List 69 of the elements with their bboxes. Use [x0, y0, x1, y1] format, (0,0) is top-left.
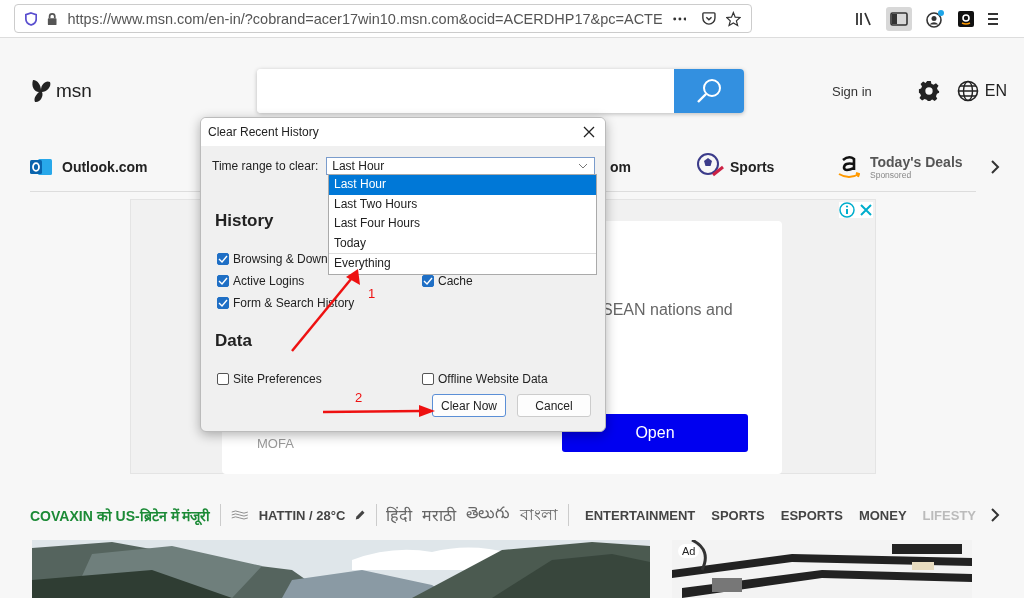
close-icon[interactable]	[583, 126, 595, 138]
data-heading: Data	[215, 331, 252, 351]
history-heading: History	[215, 211, 274, 231]
chevron-right-icon[interactable]	[990, 507, 1000, 523]
lock-icon[interactable]	[47, 11, 58, 26]
dropdown-option[interactable]: Last Four Hours	[329, 214, 596, 234]
pocket-icon[interactable]	[702, 11, 717, 26]
sign-in-link[interactable]: Sign in	[832, 83, 872, 99]
address-bar[interactable]: https://www.msn.com/en-in/?cobrand=acer17win10.msn.com&ocid=ACERDHP17&pc=ACTE	[14, 4, 752, 33]
pencil-icon[interactable]	[355, 508, 366, 522]
checkbox[interactable]	[422, 275, 434, 287]
library-icon[interactable]	[856, 11, 872, 26]
caret-icon	[578, 163, 589, 169]
amazon-icon[interactable]	[958, 10, 974, 27]
info-icon[interactable]	[839, 202, 855, 218]
account-icon[interactable]	[926, 9, 944, 28]
time-range-select[interactable]: Last Hour	[326, 157, 596, 175]
nav-link[interactable]: Today's Deals	[870, 154, 963, 169]
checkbox-label[interactable]: Cache	[438, 274, 473, 288]
sponsored-label: Sponsored	[870, 170, 912, 180]
amazon-logo-icon[interactable]	[838, 154, 860, 180]
language-link[interactable]: हिंदी	[386, 504, 413, 526]
dropdown-option[interactable]: Last Two Hours	[329, 194, 596, 214]
checkbox-label[interactable]: Browsing & Down	[233, 252, 328, 266]
dropdown-option[interactable]: Today	[329, 233, 596, 253]
star-icon[interactable]	[726, 10, 741, 27]
weather-location[interactable]: HATTIN / 28°C	[258, 507, 346, 523]
settings-icon[interactable]	[917, 80, 940, 102]
language-link[interactable]: বাংলা	[520, 501, 559, 529]
outlook-icon[interactable]	[30, 157, 52, 177]
checkbox-label[interactable]: Active Logins	[233, 274, 305, 288]
annotation-number: 1	[368, 286, 376, 301]
checkbox[interactable]	[217, 253, 229, 265]
category-link[interactable]: MONEY	[858, 507, 907, 523]
checkbox[interactable]	[217, 275, 229, 287]
globe-icon[interactable]	[956, 80, 979, 102]
annotation-number: 2	[355, 390, 363, 405]
category-link[interactable]: ESPORTS	[780, 507, 843, 523]
checkbox-label[interactable]: Offline Website Data	[438, 372, 548, 386]
ad-source: MOFA	[257, 435, 294, 451]
headline-link[interactable]: COVAXIN को US-ब्रिटेन में मंजूरी	[30, 505, 211, 525]
chevron-right-icon[interactable]	[990, 159, 1000, 175]
dialog-title: Clear Recent History	[208, 125, 319, 139]
more-icon[interactable]	[672, 16, 687, 21]
search-icon	[696, 78, 722, 104]
category-link[interactable]: SPORTS	[711, 507, 765, 523]
nav-link[interactable]: om	[610, 159, 631, 175]
nav-link[interactable]: Sports	[730, 159, 775, 175]
dropdown-option[interactable]: Everything	[329, 253, 596, 274]
dropdown-option[interactable]: Last Hour	[329, 175, 596, 195]
nav-link[interactable]: Outlook.com	[62, 159, 148, 175]
sidebar-icon[interactable]	[886, 6, 912, 31]
cancel-button[interactable]: Cancel	[517, 394, 591, 417]
time-range-label: Time range to clear:	[212, 159, 319, 173]
checkbox[interactable]	[217, 297, 229, 309]
language-link[interactable]: मराठी	[422, 504, 457, 526]
language-link[interactable]: తెలుగు	[466, 504, 511, 526]
checkbox[interactable]	[217, 373, 229, 385]
search-button[interactable]	[674, 69, 744, 113]
menu-icon[interactable]	[988, 11, 998, 26]
butterfly-icon	[30, 78, 52, 104]
msn-logo-text[interactable]: msn	[56, 80, 92, 102]
checkbox[interactable]	[422, 373, 434, 385]
checkbox-label[interactable]: Site Preferences	[233, 372, 322, 386]
language-selector[interactable]: EN	[984, 82, 1007, 100]
shield-icon[interactable]	[25, 10, 38, 27]
haze-icon	[231, 508, 249, 522]
clear-now-button[interactable]: Clear Now	[432, 394, 506, 417]
category-link[interactable]: ENTERTAINMENT	[585, 507, 696, 523]
